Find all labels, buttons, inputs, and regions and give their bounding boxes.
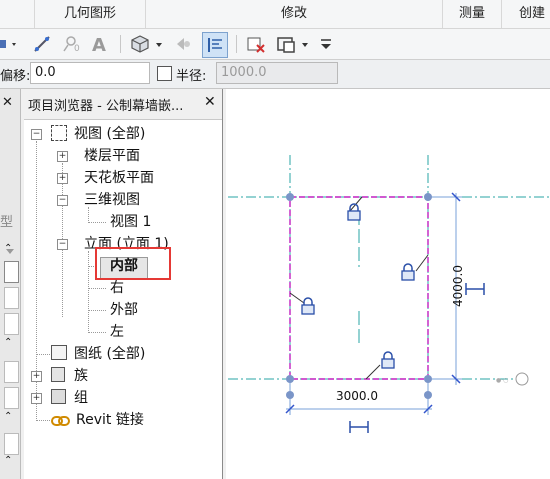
view-cube-icon[interactable] xyxy=(128,32,152,56)
dropdown-arrow-icon[interactable] xyxy=(0,32,20,56)
families-icon xyxy=(51,367,65,382)
tree-item-view-1[interactable]: 视图 1 xyxy=(110,211,151,233)
drawing-canvas[interactable]: ●·○ 3000.0 4000.0 xyxy=(226,89,550,479)
selection-highlight-box xyxy=(95,247,171,280)
ribbon-group-geometry[interactable]: 几何图形 xyxy=(35,0,146,28)
ribbon-left-cut xyxy=(0,0,35,28)
width-dimension-text[interactable]: 3000.0 xyxy=(336,389,378,403)
align-icon[interactable] xyxy=(202,32,228,58)
project-browser-title: 项目浏览器 - 公制幕墙嵌... xyxy=(28,99,184,114)
grip-handle xyxy=(424,391,432,399)
offset-label: 偏移: xyxy=(0,69,31,84)
ribbon-group-measure[interactable]: 测量 xyxy=(443,0,502,28)
tree-collapse-toggle[interactable]: − xyxy=(57,195,68,206)
drawing-area[interactable]: ●·○ xyxy=(226,89,550,479)
tree-item-views-all[interactable]: 视图 (全部) xyxy=(74,123,145,145)
scroll-up-icon[interactable]: ⌃ xyxy=(4,337,12,348)
tree-item-exterior[interactable]: 外部 xyxy=(110,299,138,321)
tree-expand-toggle[interactable]: + xyxy=(57,173,68,184)
lock-icon[interactable] xyxy=(346,203,362,225)
options-bar: 偏移: 0.0 半径: 1000.0 xyxy=(0,60,550,89)
tree-line xyxy=(36,354,50,355)
toolbar-separator xyxy=(236,35,237,53)
property-field[interactable] xyxy=(4,433,19,455)
pin-icon: 0 xyxy=(58,32,82,56)
properties-type-label: 型 xyxy=(0,215,14,230)
tree-item-3d-views[interactable]: 三维视图 xyxy=(84,189,140,211)
grip-handle xyxy=(286,193,294,201)
ribbon-group-bar: 几何图形 修改 测量 创建 xyxy=(0,0,550,29)
views-icon xyxy=(51,125,67,141)
tree-line xyxy=(88,310,106,311)
grip-handle xyxy=(286,375,294,383)
tree-expand-toggle[interactable]: + xyxy=(57,151,68,162)
property-field[interactable] xyxy=(4,361,19,383)
groups-icon xyxy=(51,389,66,404)
equality-toggle-icon xyxy=(465,283,485,295)
radius-input: 1000.0 xyxy=(216,62,338,84)
radius-label: 半径: xyxy=(176,69,207,84)
split-element-icon[interactable] xyxy=(30,32,54,56)
project-browser-close-button[interactable]: ✕ xyxy=(204,94,216,110)
ribbon-group-modify[interactable]: 修改 xyxy=(146,0,443,28)
offset-input[interactable]: 0.0 xyxy=(30,62,150,84)
height-dimension-text[interactable]: 4000.0 xyxy=(451,256,465,316)
scroll-up-icon[interactable]: ⌃ xyxy=(4,411,12,422)
lock-icon[interactable] xyxy=(300,297,316,319)
tree-item-right[interactable]: 右 xyxy=(110,277,124,299)
tree-item-floor-plan[interactable]: 楼层平面 xyxy=(84,145,140,167)
svg-text:A: A xyxy=(92,35,106,55)
link-icon xyxy=(51,415,71,431)
view-gizmo-icon xyxy=(515,372,529,386)
toolbar-separator xyxy=(120,35,121,53)
text-icon: A xyxy=(88,32,112,56)
properties-panel-strip: ✕ 型 ⌃ ⌃ ⌃ ⌃ xyxy=(0,89,21,479)
grip-handle xyxy=(424,193,432,201)
svg-text:●·○: ●·○ xyxy=(496,377,508,384)
tree-line xyxy=(88,288,106,289)
properties-close-button[interactable]: ✕ xyxy=(2,95,13,110)
project-browser: 项目浏览器 - 公制幕墙嵌... ✕ − 视图 (全部) + 楼层平面 + 天花… xyxy=(24,89,223,479)
resize-dropdown-icon[interactable] xyxy=(298,32,312,56)
tree-expand-toggle[interactable]: + xyxy=(31,371,42,382)
tree-line xyxy=(88,332,106,333)
property-field[interactable] xyxy=(4,287,19,309)
grip-handle xyxy=(286,391,294,399)
radius-checkbox[interactable] xyxy=(157,66,172,81)
property-field[interactable] xyxy=(4,261,19,283)
lock-icon[interactable] xyxy=(400,263,416,285)
tree-item-left[interactable]: 左 xyxy=(110,321,124,343)
svg-text:0: 0 xyxy=(74,44,80,54)
scroll-up-icon[interactable]: ⌃ xyxy=(4,243,12,254)
property-field[interactable] xyxy=(4,387,19,409)
property-field[interactable] xyxy=(4,313,19,335)
ribbon-group-create[interactable]: 创建 xyxy=(502,0,550,28)
more-options-icon[interactable] xyxy=(314,32,338,56)
tree-item-revit-links[interactable]: Revit 链接 xyxy=(76,409,144,431)
ribbon-toolbar: 0 A xyxy=(0,29,550,60)
view-cube-dropdown-icon[interactable] xyxy=(152,32,166,56)
tree-item-families[interactable]: 族 xyxy=(74,365,88,387)
equality-toggle-icon xyxy=(349,421,369,433)
lock-icon[interactable] xyxy=(380,351,396,373)
tree-item-ceiling-plan[interactable]: 天花板平面 xyxy=(84,167,154,189)
tree-collapse-toggle[interactable]: − xyxy=(31,129,42,140)
scroll-up-icon[interactable]: ⌃ xyxy=(4,455,12,466)
grip-handle xyxy=(424,375,432,383)
tree-collapse-toggle[interactable]: − xyxy=(57,239,68,250)
tree-expand-toggle[interactable]: + xyxy=(31,393,42,404)
tree-line xyxy=(88,222,106,223)
project-browser-titlebar: 项目浏览器 - 公制幕墙嵌... ✕ xyxy=(24,89,222,120)
tree-item-groups[interactable]: 组 xyxy=(74,387,88,409)
sheets-icon xyxy=(51,345,67,360)
light-icon xyxy=(170,32,194,56)
tree-item-sheets[interactable]: 图纸 (全部) xyxy=(74,343,145,365)
resize-icon[interactable] xyxy=(274,32,298,56)
tree-line xyxy=(88,251,89,333)
tree-line xyxy=(36,420,50,421)
delete-icon[interactable] xyxy=(244,32,268,56)
